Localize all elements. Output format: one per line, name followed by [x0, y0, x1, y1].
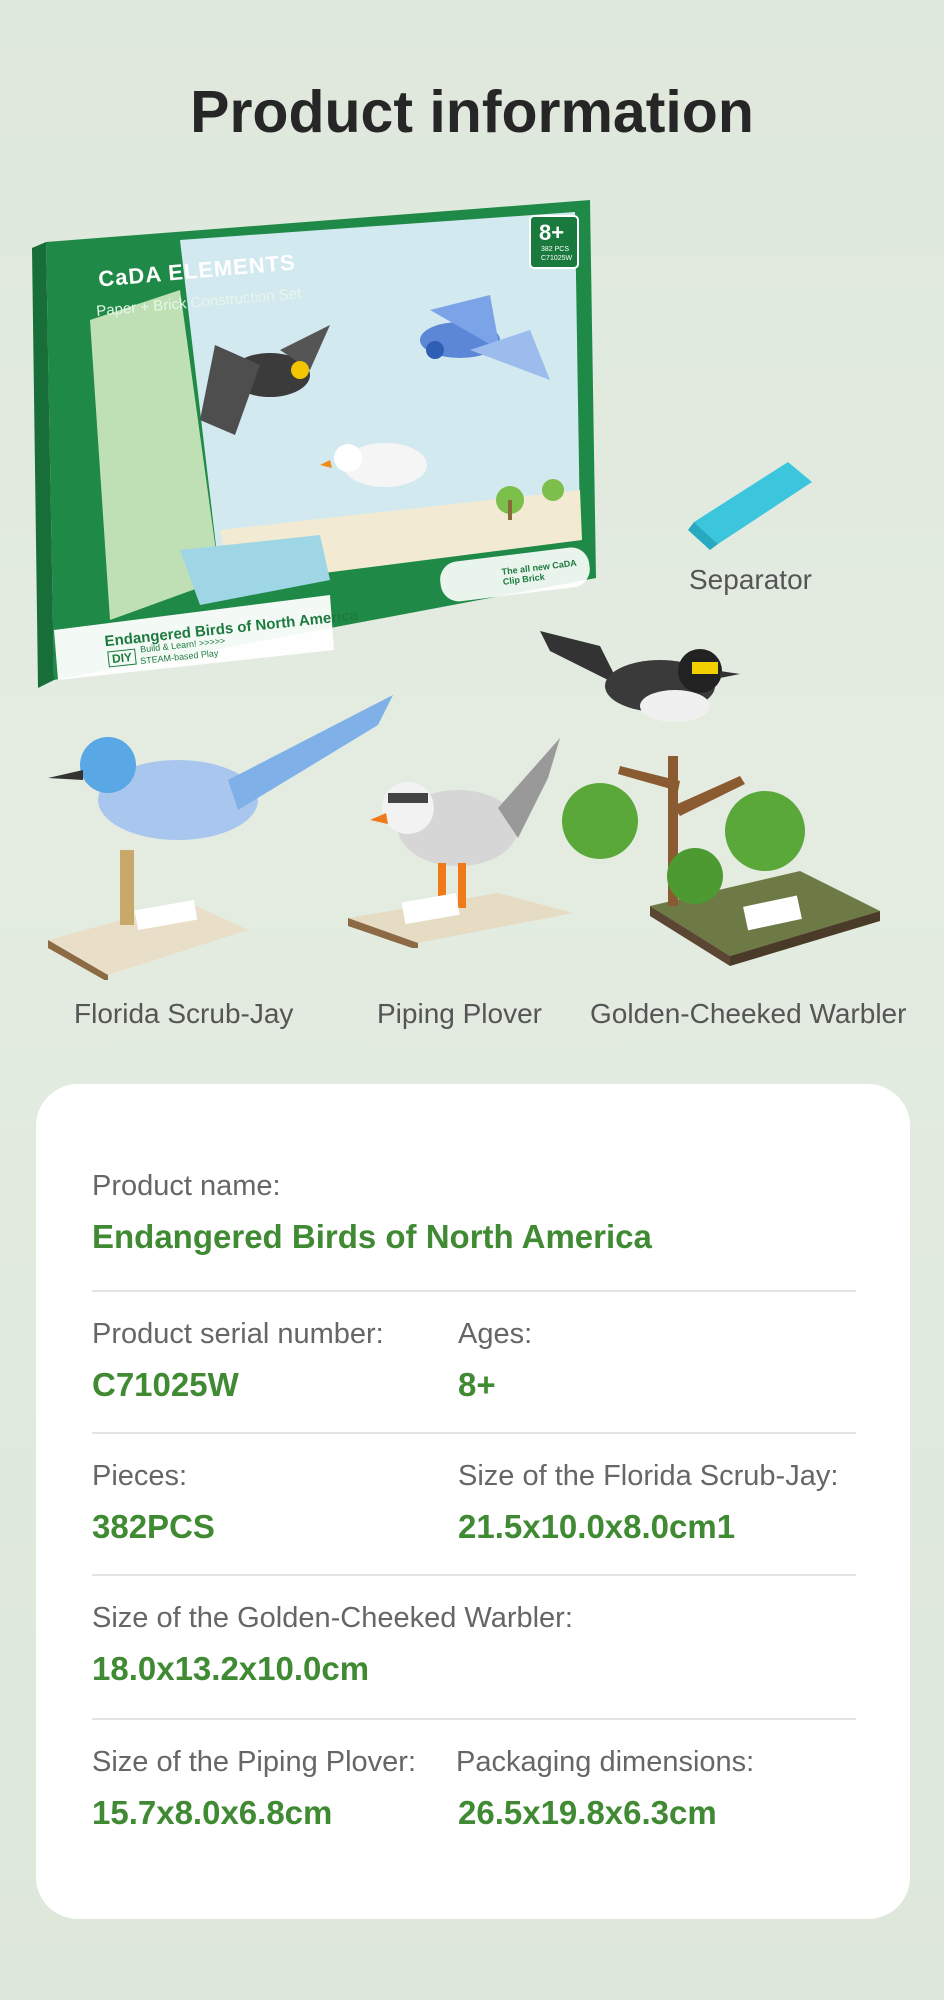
scrub-jay-size-label: Size of the Florida Scrub-Jay: [458, 1460, 839, 1492]
product-name-label: Product name: [92, 1170, 281, 1202]
divider [92, 1718, 856, 1720]
page-title: Product information [190, 79, 754, 145]
pieces-value: 382PCS [92, 1508, 215, 1545]
divider [92, 1574, 856, 1576]
warbler-size-value: 18.0x13.2x10.0cm [92, 1650, 370, 1687]
packaging-label: Packaging dimensions: [456, 1746, 755, 1778]
warbler-size-label: Size of the Golden-Cheeked Warbler: [92, 1602, 573, 1634]
serial-label: Product serial number: [92, 1318, 384, 1350]
scrub-jay-image [48, 690, 398, 985]
scrub-jay-size-value: 21.5x10.0x8.0cm1 [458, 1508, 736, 1545]
box-serial: C71025W [541, 255, 573, 262]
ages-value: 8+ [458, 1366, 496, 1403]
box-pcs: 382 PCS [541, 246, 570, 253]
ages-label: Ages: [458, 1318, 533, 1350]
box-age-badge: 8+ [539, 220, 565, 245]
divider [92, 1290, 856, 1292]
caption-scrub-jay: Florida Scrub-Jay [74, 998, 294, 1029]
serial-value: C71025W [92, 1366, 239, 1403]
warbler-image [540, 626, 920, 991]
separator-image [688, 452, 818, 557]
caption-plover: Piping Plover [377, 998, 542, 1029]
plover-size-value: 15.7x8.0x6.8cm [92, 1794, 333, 1831]
product-box-image: CaDA ELEMENTS Paper + Brick Construction… [30, 200, 600, 710]
plover-size-label: Size of the Piping Plover: [92, 1746, 417, 1778]
caption-warbler: Golden-Cheeked Warbler [590, 998, 907, 1029]
product-name-value: Endangered Birds of North America [92, 1218, 652, 1255]
packaging-value: 26.5x19.8x6.3cm [458, 1794, 717, 1831]
info-card: Product name: Endangered Birds of North … [36, 1084, 910, 1919]
box-diy: DIY [107, 648, 137, 668]
caption-separator: Separator [689, 564, 812, 595]
pieces-label: Pieces: [92, 1460, 188, 1492]
divider [92, 1432, 856, 1434]
